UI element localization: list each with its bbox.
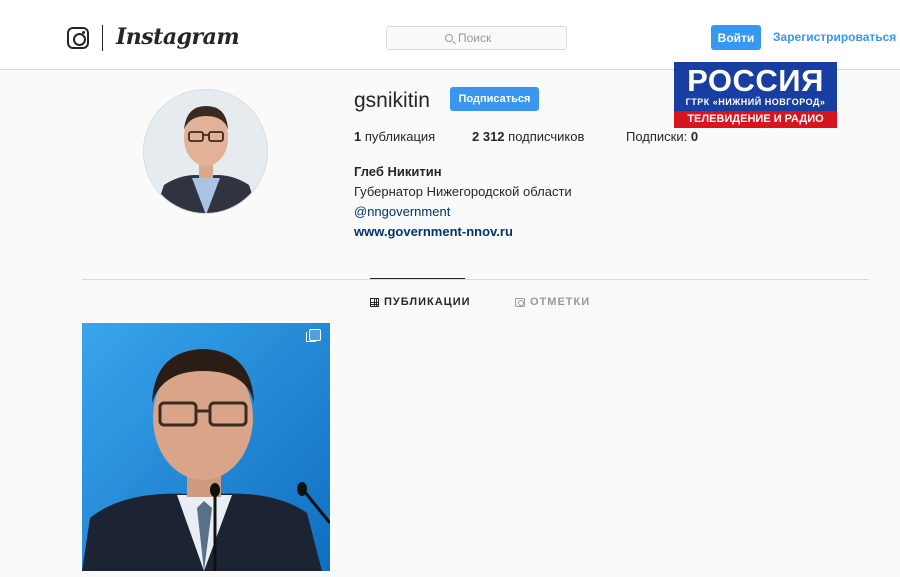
- stat-posts: 1 публикация: [354, 129, 435, 144]
- tv-logo-name: РОССИЯ: [687, 63, 824, 98]
- register-link[interactable]: Зарегистрироваться: [773, 30, 896, 44]
- tab-tagged[interactable]: ОТМЕТКИ: [515, 296, 590, 308]
- tab-posts[interactable]: ПУБЛИКАЦИИ: [370, 296, 471, 308]
- profile-bio: Губернатор Нижегородской области: [354, 184, 572, 199]
- post-thumbnail[interactable]: [82, 323, 330, 571]
- tag-icon: [515, 297, 525, 307]
- instagram-camera-icon[interactable]: [67, 27, 89, 49]
- post-photo: [82, 323, 330, 571]
- tabs-divider: [82, 279, 869, 280]
- profile-username: gsnikitin: [354, 89, 430, 112]
- followers-label: подписчиков: [508, 129, 585, 144]
- profile-mention-link[interactable]: @nngovernment: [354, 204, 450, 219]
- profile-full-name: Глеб Никитин: [354, 164, 442, 179]
- follow-button[interactable]: Подписаться: [450, 87, 539, 111]
- search-icon: [445, 34, 453, 42]
- login-button[interactable]: Войти: [711, 25, 761, 50]
- search-box[interactable]: [386, 26, 567, 50]
- search-input[interactable]: [458, 31, 508, 45]
- tv-channel-logo: РОССИЯ ГТРК «НИЖНИЙ НОВГОРОД» ТЕЛЕВИДЕНИ…: [674, 62, 837, 128]
- stat-followers[interactable]: 2 312 подписчиков: [472, 129, 584, 144]
- avatar-photo: [144, 90, 267, 213]
- posts-count: 1: [354, 129, 362, 144]
- stat-following[interactable]: Подписки: 0: [626, 129, 698, 144]
- active-tab-indicator: [370, 278, 465, 279]
- instagram-wordmark[interactable]: Instagram: [116, 24, 240, 50]
- grid-icon: [370, 297, 379, 307]
- top-nav: Instagram Войти Зарегистрироваться: [0, 0, 900, 70]
- tv-logo-sub: ГТРК «НИЖНИЙ НОВГОРОД»: [685, 97, 826, 107]
- logo-divider: [102, 25, 103, 51]
- carousel-icon: [306, 329, 321, 342]
- tab-tagged-label: ОТМЕТКИ: [530, 296, 591, 308]
- following-label: Подписки:: [626, 129, 688, 144]
- followers-count: 2 312: [472, 129, 505, 144]
- tab-posts-label: ПУБЛИКАЦИИ: [384, 296, 471, 308]
- profile-avatar: [143, 89, 268, 214]
- tv-logo-band: ТЕЛЕВИДЕНИЕ И РАДИО: [674, 111, 837, 128]
- profile-website-link[interactable]: www.government-nnov.ru: [354, 224, 513, 239]
- following-count: 0: [690, 129, 699, 144]
- posts-label: публикация: [364, 129, 436, 144]
